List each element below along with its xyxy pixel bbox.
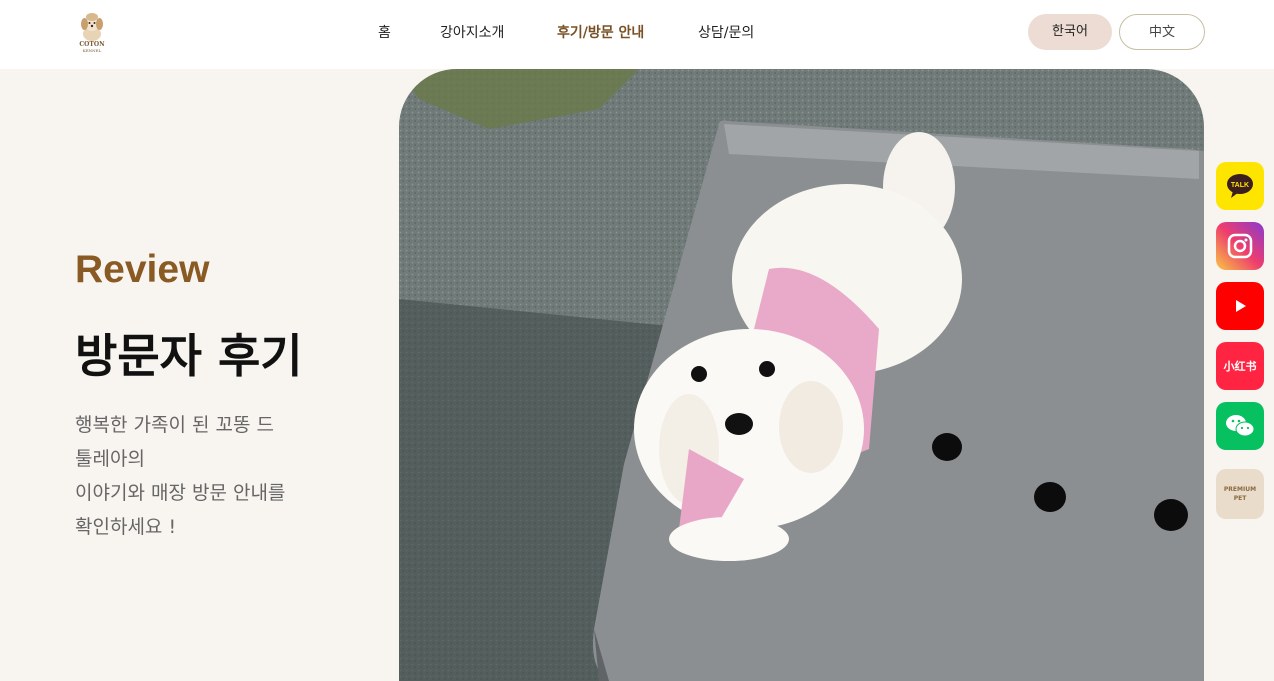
youtube-link[interactable] (1216, 282, 1264, 330)
coton-kennel-logo[interactable]: COTON KENNEL (74, 10, 110, 56)
site-header: COTON KENNEL 홈 강아지소개 후기/방문 안내 상담/문의 한국어 … (0, 0, 1274, 69)
premium-pet-label-line2: PET (1233, 495, 1247, 502)
page-title: 방문자 후기 (75, 329, 303, 383)
description-line: 행복한 가족이 된 꼬똥 드 (75, 414, 274, 436)
description-line: 툴레아의 (75, 448, 145, 470)
language-chinese-button[interactable]: 中文 (1119, 14, 1205, 50)
description-line: 확인하세요 ! (75, 516, 177, 538)
nav-item-contact[interactable]: 상담/문의 (698, 22, 754, 42)
kakaotalk-link[interactable]: TALK (1216, 162, 1264, 210)
instagram-icon (1227, 233, 1253, 259)
hero-puppy-photo (399, 69, 1204, 681)
wechat-link[interactable] (1216, 402, 1264, 450)
youtube-play-icon (1236, 300, 1246, 312)
premium-pet-link[interactable]: PREMIUM PET (1216, 469, 1264, 519)
premium-pet-label-line1: PREMIUM (1223, 486, 1257, 493)
hero-description: 행복한 가족이 된 꼬똥 드 툴레아의 이야기와 매장 방문 안내를 확인하세요… (75, 408, 315, 544)
logo-subtext: KENNEL (82, 48, 102, 53)
instagram-link[interactable] (1216, 222, 1264, 270)
wechat-icon (1226, 415, 1255, 437)
nav-item-puppies[interactable]: 강아지소개 (440, 22, 504, 42)
language-korean-button[interactable]: 한국어 (1028, 14, 1112, 50)
kakaotalk-icon: TALK (1227, 174, 1253, 198)
nav-item-reviews[interactable]: 후기/방문 안내 (557, 22, 644, 42)
nav-item-home[interactable]: 홈 (378, 22, 391, 42)
section-eyebrow: Review (75, 248, 210, 291)
xiaohongshu-link[interactable]: 小红书 (1216, 342, 1264, 390)
description-line: 이야기와 매장 방문 안내를 (75, 482, 286, 504)
puppy-photo-illustration (399, 69, 1204, 681)
puppy-logo-icon (81, 13, 103, 41)
kakaotalk-label: TALK (1231, 182, 1249, 189)
